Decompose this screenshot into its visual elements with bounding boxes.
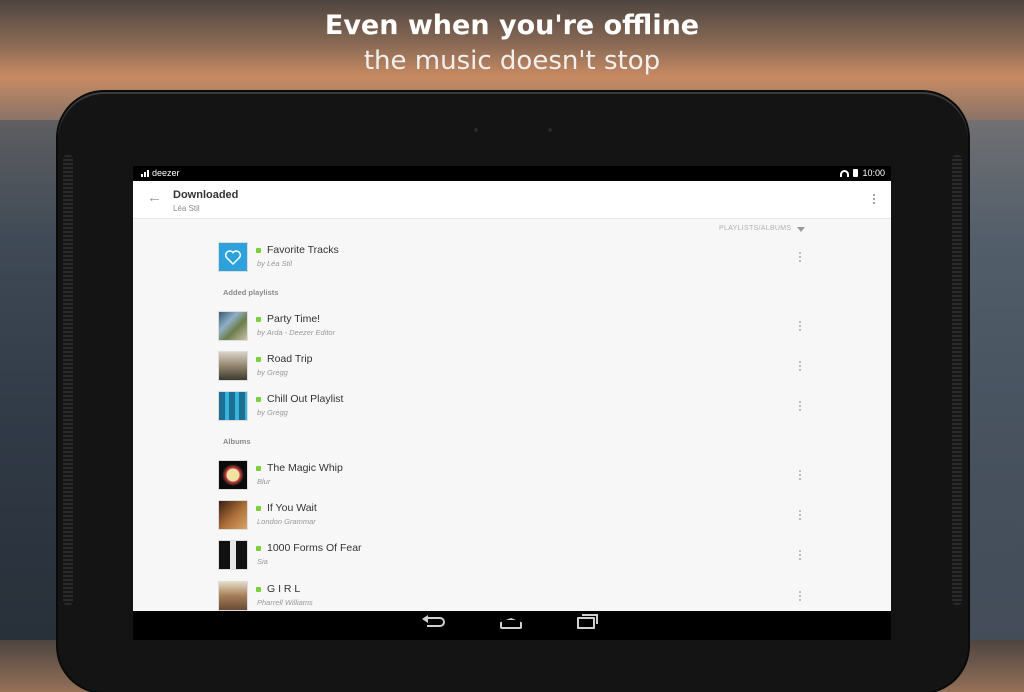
page-title: Downloaded <box>173 189 239 201</box>
list-item-title: Chill Out Playlist <box>267 393 344 405</box>
more-vertical-icon[interactable] <box>799 321 801 331</box>
list-item-title: Road Trip <box>267 353 313 365</box>
heart-icon <box>224 250 242 266</box>
list-item-title: If You Wait <box>267 502 317 514</box>
list-item[interactable]: Road Trip by Gregg <box>218 351 808 383</box>
nav-home-icon[interactable] <box>500 618 522 629</box>
promo-headline: Even when you're offline <box>324 10 700 41</box>
playlist-cover <box>218 311 248 341</box>
list-item-title: Favorite Tracks <box>267 244 339 256</box>
promo-subheadline: the music doesn't stop <box>363 46 661 76</box>
list-item[interactable]: 1000 Forms Of Fear Sia <box>218 540 808 572</box>
list-item-subtitle: London Grammar <box>257 517 316 526</box>
sensor-icon <box>548 128 552 132</box>
section-header-playlists: Added playlists <box>223 288 279 297</box>
playlist-cover <box>218 391 248 421</box>
list-item[interactable]: G I R L Pharrell Williams <box>218 581 808 613</box>
status-bar: deezer 10:00 <box>133 166 891 181</box>
more-vertical-icon[interactable] <box>799 401 801 411</box>
downloaded-indicator <box>256 397 261 402</box>
wifi-icon <box>840 169 850 177</box>
list-item-title: Party Time! <box>267 313 321 325</box>
album-cover <box>218 460 248 490</box>
battery-icon <box>853 169 859 177</box>
more-vertical-icon[interactable] <box>799 252 801 262</box>
list-item-subtitle: Sia <box>257 557 268 566</box>
nav-recent-apps-icon[interactable] <box>577 617 595 629</box>
album-cover <box>218 540 248 570</box>
app-bar: ← Downloaded Léa Stil <box>133 181 891 219</box>
status-app-name: deezer <box>152 168 180 178</box>
signal-icon <box>141 169 149 177</box>
playlist-cover <box>218 351 248 381</box>
downloaded-indicator <box>256 587 261 592</box>
list-item[interactable]: Chill Out Playlist by Gregg <box>218 391 808 423</box>
downloaded-indicator <box>256 466 261 471</box>
page-subtitle: Léa Stil <box>173 204 200 213</box>
list-item[interactable]: The Magic Whip Blur <box>218 460 808 492</box>
system-nav-bar <box>133 611 891 640</box>
favorite-tracks-thumbnail <box>218 242 248 272</box>
list-item-favorites[interactable]: Favorite Tracks by Léa Stil <box>218 242 808 274</box>
filter-dropdown-label[interactable]: PLAYLISTS/ALBUMS <box>719 225 791 232</box>
status-time: 10:00 <box>862 168 885 178</box>
album-cover <box>218 581 248 611</box>
nav-back-icon[interactable] <box>427 617 445 627</box>
list-item-subtitle: by Gregg <box>257 368 288 377</box>
list-item[interactable]: Party Time! by Arda - Deezer Editor <box>218 311 808 343</box>
list-item-subtitle: by Gregg <box>257 408 288 417</box>
more-vertical-icon[interactable] <box>799 470 801 480</box>
album-cover <box>218 500 248 530</box>
chevron-down-icon[interactable] <box>797 227 805 232</box>
more-vertical-icon[interactable] <box>799 591 801 601</box>
more-vertical-icon[interactable] <box>799 510 801 520</box>
back-arrow-icon[interactable]: ← <box>147 190 162 206</box>
list-item-subtitle: by Léa Stil <box>257 259 293 268</box>
list-item-subtitle: Blur <box>257 477 271 486</box>
list-item-title: 1000 Forms Of Fear <box>267 542 362 554</box>
downloaded-list: PLAYLISTS/ALBUMS Favorite Tracks by Léa … <box>133 219 891 611</box>
tablet-screen: deezer 10:00 ← Downloaded Léa Stil PLAYL… <box>133 166 891 640</box>
list-item-title: The Magic Whip <box>267 462 343 474</box>
more-vertical-icon[interactable] <box>799 361 801 371</box>
speaker-grille-right <box>952 155 962 605</box>
more-vertical-icon[interactable] <box>799 550 801 560</box>
downloaded-indicator <box>256 546 261 551</box>
downloaded-indicator <box>256 248 261 253</box>
list-item-title: G I R L <box>267 583 301 595</box>
list-item-subtitle: Pharrell Williams <box>257 598 313 607</box>
list-item-subtitle: by Arda - Deezer Editor <box>257 328 336 337</box>
overflow-menu-icon[interactable] <box>873 194 875 204</box>
list-item[interactable]: If You Wait London Grammar <box>218 500 808 532</box>
downloaded-indicator <box>256 357 261 362</box>
downloaded-indicator <box>256 506 261 511</box>
section-header-albums: Albums <box>223 437 251 446</box>
camera-icon <box>474 128 478 132</box>
downloaded-indicator <box>256 317 261 322</box>
speaker-grille-left <box>63 155 73 605</box>
